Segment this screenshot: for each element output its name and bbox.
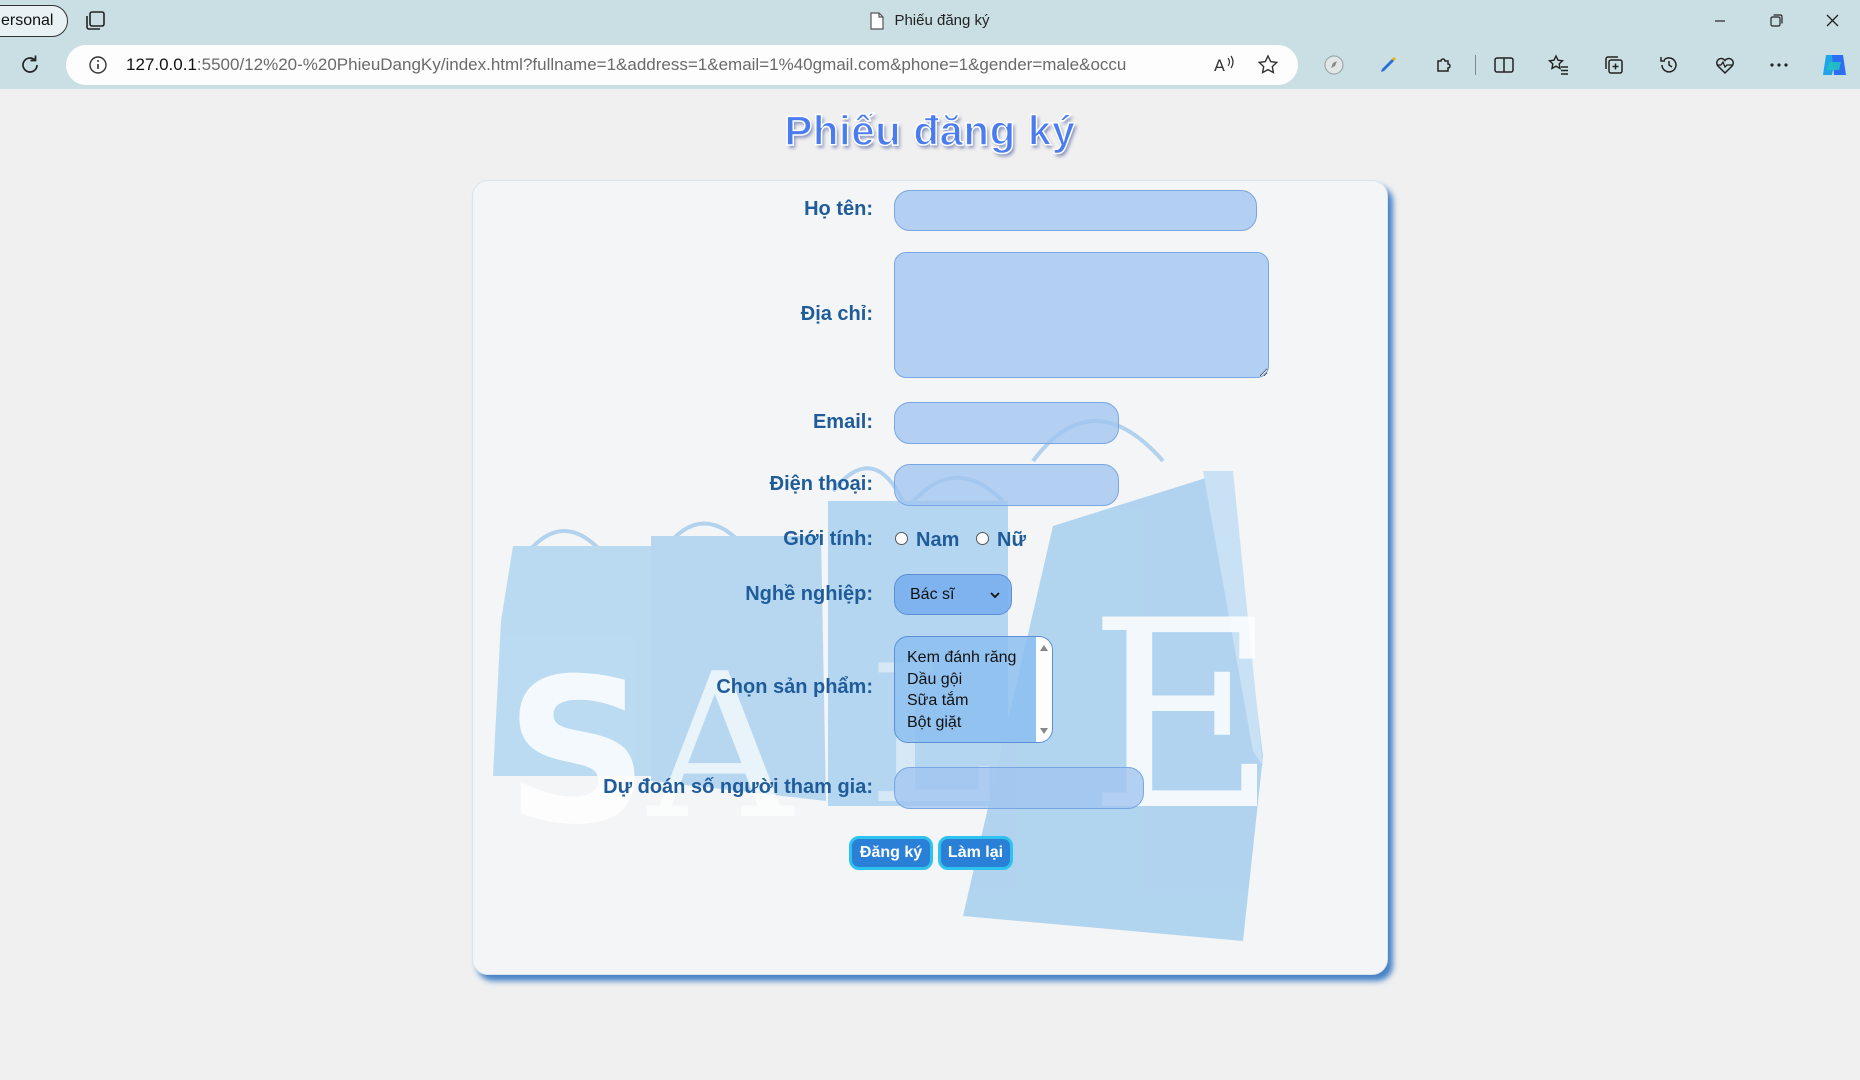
url-text[interactable]: 127.0.0.1:5500/12%20-%20PhieuDangKy/inde… xyxy=(126,45,1126,85)
product-option[interactable]: Dầu gội xyxy=(907,669,1016,691)
close-icon xyxy=(1826,14,1838,27)
profile-button[interactable]: ersonal xyxy=(0,5,69,37)
split-screen-icon[interactable] xyxy=(1492,53,1516,77)
listbox-scrollbar[interactable] xyxy=(1036,637,1052,742)
phone-row: Điện thoại: xyxy=(473,464,1387,506)
gender-label: Giới tính: xyxy=(783,528,873,550)
extensions-puzzle-icon[interactable] xyxy=(1432,53,1456,77)
guess-row: Dự đoán số người tham gia: xyxy=(473,767,1387,809)
address-label: Địa chỉ: xyxy=(800,303,873,325)
occupation-select[interactable]: Bác sĩ xyxy=(894,574,1012,615)
read-aloud-icon[interactable]: A xyxy=(1212,53,1236,77)
page-title: Phiếu đăng ký xyxy=(784,106,1076,155)
gender-male-label[interactable]: Nam xyxy=(916,529,959,552)
minimize-button[interactable] xyxy=(1692,0,1748,41)
browser-title-bar: ersonal Phiếu đăng ký xyxy=(0,0,1860,41)
minimize-icon xyxy=(1715,19,1725,22)
chevron-down-icon xyxy=(990,592,1000,599)
occupation-selected-value: Bác sĩ xyxy=(910,586,955,603)
registration-form-card: S A L E Họ tên: Địa chỉ: Email: Điện tho… xyxy=(472,180,1388,975)
reset-button[interactable]: Làm lại xyxy=(938,836,1013,870)
favorites-icon[interactable] xyxy=(1547,53,1571,77)
gender-male-radio[interactable] xyxy=(895,532,908,545)
browser-toolbar: 127.0.0.1:5500/12%20-%20PhieuDangKy/inde… xyxy=(0,41,1860,89)
email-label: Email: xyxy=(812,411,873,433)
address-row: Địa chỉ: xyxy=(473,252,1387,378)
favorite-star-icon[interactable] xyxy=(1256,53,1280,77)
products-row: Chọn sản phẩm: Kem đánh răng Dầu gội Sữa… xyxy=(473,636,1387,744)
extension-compass-icon[interactable] xyxy=(1322,53,1346,77)
fullname-label: Họ tên: xyxy=(804,198,873,220)
products-listbox[interactable]: Kem đánh răng Dầu gội Sữa tắm Bột giặt xyxy=(894,636,1053,743)
occupation-row: Nghề nghiệp: Bác sĩ xyxy=(473,574,1387,615)
tab-title[interactable]: Phiếu đăng ký xyxy=(894,12,989,29)
more-options-icon[interactable] xyxy=(1767,53,1791,77)
email-row: Email: xyxy=(473,402,1387,444)
phone-label: Điện thoại: xyxy=(769,473,873,495)
address-bar[interactable]: 127.0.0.1:5500/12%20-%20PhieuDangKy/inde… xyxy=(66,45,1298,85)
gender-female-label[interactable]: Nữ xyxy=(997,529,1026,552)
restore-icon xyxy=(1769,14,1783,27)
scroll-down-arrow-icon[interactable] xyxy=(1039,727,1049,735)
product-option[interactable]: Kem đánh răng xyxy=(907,647,1016,669)
fullname-input[interactable] xyxy=(894,190,1257,231)
scroll-up-arrow-icon[interactable] xyxy=(1039,644,1049,652)
performance-heart-icon[interactable] xyxy=(1713,53,1737,77)
svg-text:A: A xyxy=(1214,56,1225,75)
guess-input[interactable] xyxy=(894,767,1144,809)
copilot-icon[interactable] xyxy=(1819,50,1849,80)
product-option[interactable]: Bột giặt xyxy=(907,712,1016,734)
collections-icon[interactable] xyxy=(1602,53,1626,77)
product-option[interactable]: Sữa tắm xyxy=(907,690,1016,712)
products-label: Chọn sản phẩm: xyxy=(716,676,873,698)
phone-input[interactable] xyxy=(894,464,1119,506)
reload-icon[interactable] xyxy=(18,53,42,77)
guess-label: Dự đoán số người tham gia: xyxy=(603,776,873,798)
email-input[interactable] xyxy=(894,402,1119,444)
tab-actions-icon[interactable] xyxy=(84,10,108,32)
occupation-label: Nghề nghiệp: xyxy=(745,583,873,605)
gender-row: Giới tính: Nam Nữ xyxy=(473,519,1387,559)
info-icon[interactable] xyxy=(88,55,108,75)
page-viewport: Phiếu đăng ký S A L E Họ tên: xyxy=(5,89,1855,1074)
gender-female-radio[interactable] xyxy=(976,532,989,545)
extension-pen-icon[interactable] xyxy=(1376,53,1400,77)
restore-button[interactable] xyxy=(1748,0,1804,41)
close-button[interactable] xyxy=(1804,0,1860,41)
submit-button[interactable]: Đăng ký xyxy=(849,836,933,870)
document-icon xyxy=(870,11,885,30)
address-textarea[interactable] xyxy=(894,252,1269,378)
history-icon[interactable] xyxy=(1657,53,1681,77)
fullname-row: Họ tên: xyxy=(473,190,1387,231)
